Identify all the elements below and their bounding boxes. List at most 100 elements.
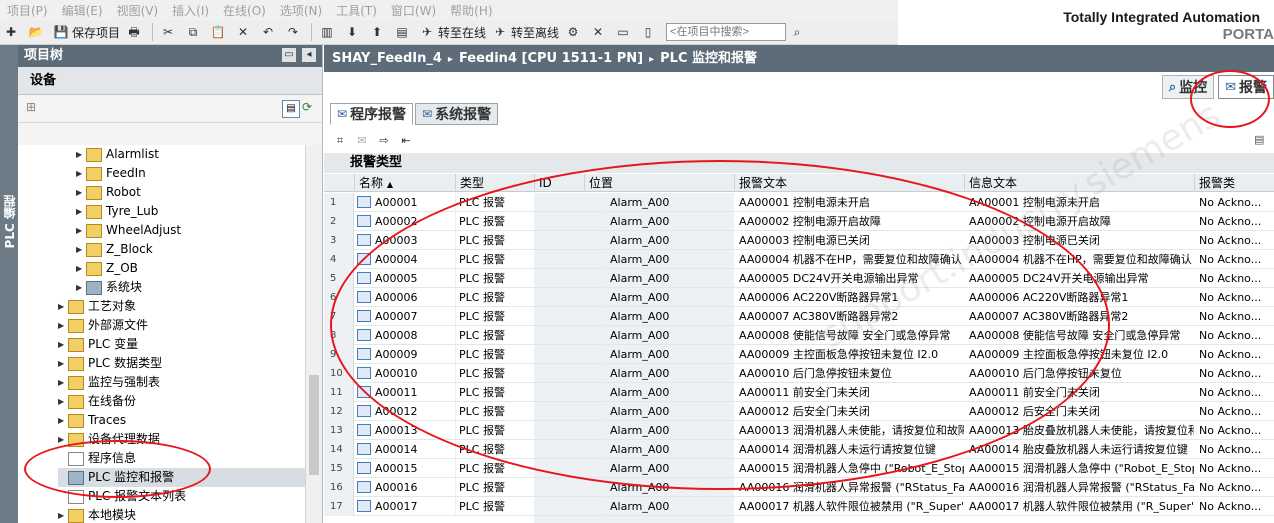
info-text-cell[interactable]: AA00003 控制电源已关闭 <box>966 231 1194 250</box>
info-text-cell[interactable]: AA00008 使能信号故障 安全门或急停异常 <box>966 326 1194 345</box>
table-row[interactable]: 2 A00002 PLC 报警 Alarm_A00 AA00002 控制电源开启故障 AA… <box>324 212 1274 231</box>
alarm-position-cell[interactable]: Alarm_A00 <box>606 440 734 459</box>
alarm-position-cell[interactable]: Alarm_A00 <box>606 383 734 402</box>
breadcrumb-item[interactable]: PLC 监控和报警 <box>660 51 757 66</box>
accessible-devices-button[interactable]: ⚙ <box>562 22 587 42</box>
expand-arrow-icon[interactable]: ▶ <box>58 335 68 354</box>
table-row[interactable]: 14 A00014 PLC 报警 Alarm_A00 AA00014 润滑机器人未运行请… <box>324 440 1274 459</box>
delete-button[interactable]: ✕ <box>232 22 257 42</box>
tree-scrollbar-thumb[interactable] <box>309 375 319 475</box>
alarm-class-cell[interactable]: No Ackno... <box>1196 307 1274 326</box>
redo-button[interactable]: ↷ <box>282 22 307 42</box>
save-project-button[interactable]: 💾 保存项目 <box>50 22 123 42</box>
alarm-position-cell[interactable]: Alarm_A00 <box>606 307 734 326</box>
alarm-type-cell[interactable]: PLC 报警 <box>455 307 534 326</box>
menu-item[interactable]: 在线(O) <box>216 2 273 19</box>
tree-item[interactable]: ▶ 外部源文件 <box>58 316 305 335</box>
tab-system-alarms[interactable]: ✉ 系统报警 <box>415 103 499 125</box>
expand-arrow-icon[interactable]: ▶ <box>58 297 68 316</box>
column-header-name[interactable]: 名称 ▲ <box>354 174 455 192</box>
print-button[interactable]: 🖶 <box>123 22 148 42</box>
table-row[interactable]: 16 A00016 PLC 报警 Alarm_A00 AA00016 润滑机器人异常报警… <box>324 478 1274 497</box>
alarm-name-cell[interactable]: A00009 <box>354 345 455 364</box>
plc-programming-side-tab[interactable]: PLC 编程 <box>0 45 18 523</box>
alarm-text-cell[interactable]: AA00015 润滑机器人急停中 ("Robot_E_Stop") <box>736 459 964 478</box>
tree-item[interactable]: ▶ Alarmlist <box>76 145 305 164</box>
alarm-type-cell[interactable]: PLC 报警 <box>455 250 534 269</box>
alarm-position-cell[interactable]: Alarm_A00 <box>606 212 734 231</box>
table-row[interactable]: 9 A00009 PLC 报警 Alarm_A00 AA00009 主控面板急停按钮未复… <box>324 345 1274 364</box>
expand-arrow-icon[interactable]: ▶ <box>58 354 68 373</box>
alarm-name-cell[interactable]: A00011 <box>354 383 455 402</box>
table-row[interactable]: 5 A00005 PLC 报警 Alarm_A00 AA00005 DC24V开关电源输… <box>324 269 1274 288</box>
alarm-type-cell[interactable]: PLC 报警 <box>455 231 534 250</box>
info-text-cell[interactable]: AA00012 后安全门未关闭 <box>966 402 1194 421</box>
alarm-type-cell[interactable]: PLC 报警 <box>455 421 534 440</box>
alarm-type-cell[interactable]: PLC 报警 <box>455 383 534 402</box>
alarm-type-cell[interactable]: PLC 报警 <box>455 497 534 516</box>
alarm-text-cell[interactable]: AA00013 润滑机器人未使能，请按复位和故障确认 <box>736 421 964 440</box>
tree-item[interactable]: ▶ Z_Block <box>76 240 305 259</box>
alarm-name-cell[interactable]: A00008 <box>354 326 455 345</box>
info-text-cell[interactable]: AA00001 控制电源未开启 <box>966 193 1194 212</box>
alarm-class-cell[interactable]: No Ackno... <box>1196 269 1274 288</box>
menu-item[interactable]: 选项(N) <box>273 2 329 19</box>
alarm-text-cell[interactable]: AA00008 使能信号故障 安全门或急停异常 <box>736 326 964 345</box>
simulate-button[interactable]: ▤ <box>391 22 416 42</box>
alarm-class-cell[interactable]: No Ackno... <box>1196 345 1274 364</box>
expand-arrow-icon[interactable]: ▶ <box>76 202 86 221</box>
alarm-type-cell[interactable]: PLC 报警 <box>455 345 534 364</box>
add-item-icon[interactable]: ⊞ <box>26 100 42 116</box>
alarm-position-cell[interactable]: Alarm_A00 <box>606 478 734 497</box>
tree-item[interactable]: ▶ 本地模块 <box>58 506 305 523</box>
tree-item[interactable]: ▶ Robot <box>76 183 305 202</box>
compile-button[interactable]: ▥ <box>316 22 341 42</box>
panel-float-button[interactable]: ▭ <box>282 48 296 62</box>
table-row[interactable]: 11 A00011 PLC 报警 Alarm_A00 AA00011 前安全门未关闭 AA… <box>324 383 1274 402</box>
tree-item[interactable]: ▶ WheelAdjust <box>76 221 305 240</box>
alarm-class-cell[interactable]: No Ackno... <box>1196 497 1274 516</box>
table-row[interactable]: 13 A00013 PLC 报警 Alarm_A00 AA00013 润滑机器人未使能，… <box>324 421 1274 440</box>
alarm-position-cell[interactable]: Alarm_A00 <box>606 497 734 516</box>
column-header-type[interactable]: 类型 <box>455 174 534 192</box>
info-text-cell[interactable]: AA00006 AC220V断路器异常1 <box>966 288 1194 307</box>
info-text-cell[interactable]: AA00013 胎皮叠放机器人未使能，请按复位和故障确认 <box>966 421 1194 440</box>
alarm-position-cell[interactable]: Alarm_A00 <box>606 345 734 364</box>
alarm-text-cell[interactable]: AA00014 润滑机器人未运行请按复位键 <box>736 440 964 459</box>
alarm-position-cell[interactable]: Alarm_A00 <box>606 326 734 345</box>
close-button[interactable]: ✕ <box>587 22 612 42</box>
alarm-text-cell[interactable]: AA00005 DC24V开关电源输出异常 <box>736 269 964 288</box>
alarm-name-cell[interactable]: A00002 <box>354 212 455 231</box>
table-row[interactable]: 6 A00006 PLC 报警 Alarm_A00 AA00006 AC220V断路器异… <box>324 288 1274 307</box>
tree-item[interactable]: ▶ 在线备份 <box>58 392 305 411</box>
tree-scrollbar[interactable] <box>305 145 322 523</box>
alarm-class-cell[interactable]: No Ackno... <box>1196 421 1274 440</box>
alarm-name-cell[interactable]: A00007 <box>354 307 455 326</box>
alarm-text-cell[interactable]: AA00004 机器不在HP，需要复位和故障确认 <box>736 250 964 269</box>
alarm-class-cell[interactable]: No Ackno... <box>1196 250 1274 269</box>
menu-item[interactable]: 帮助(H) <box>443 2 499 19</box>
open-project-button[interactable]: 📂 <box>25 22 50 42</box>
alarm-type-cell[interactable]: PLC 报警 <box>455 212 534 231</box>
info-text-cell[interactable]: AA00014 胎皮叠放机器人未运行请按复位键 <box>966 440 1194 459</box>
alarm-text-cell[interactable]: AA00009 主控面板急停按钮未复位 I2.0 <box>736 345 964 364</box>
menu-item[interactable]: 视图(V) <box>110 2 166 19</box>
expand-arrow-icon[interactable]: ▶ <box>76 221 86 240</box>
info-text-cell[interactable]: AA00017 机器人软件限位被禁用 ("R_Super") <box>966 497 1194 516</box>
alarm-position-cell[interactable]: Alarm_A00 <box>606 231 734 250</box>
alarm-name-cell[interactable]: A00017 <box>354 497 455 516</box>
menu-item[interactable]: 编辑(E) <box>55 2 110 19</box>
alarm-text-cell[interactable]: AA00001 控制电源未开启 <box>736 193 964 212</box>
table-row[interactable]: 7 A00007 PLC 报警 Alarm_A00 AA00007 AC380V断路器异… <box>324 307 1274 326</box>
alarm-name-cell[interactable]: A00012 <box>354 402 455 421</box>
alarm-class-cell[interactable]: No Ackno... <box>1196 231 1274 250</box>
expand-arrow-icon[interactable]: ▶ <box>76 145 86 164</box>
cut-button[interactable]: ✂ <box>157 22 182 42</box>
alarm-type-cell[interactable]: PLC 报警 <box>455 459 534 478</box>
expand-arrow-icon[interactable]: ▶ <box>58 316 68 335</box>
tree-item[interactable]: ▶ PLC 数据类型 <box>58 354 305 373</box>
alarm-class-cell[interactable]: No Ackno... <box>1196 326 1274 345</box>
tab-alarm[interactable]: ✉ 报警 <box>1218 75 1274 99</box>
upload-button[interactable]: ⬆ <box>366 22 391 42</box>
menu-item[interactable]: 工具(T) <box>329 2 384 19</box>
